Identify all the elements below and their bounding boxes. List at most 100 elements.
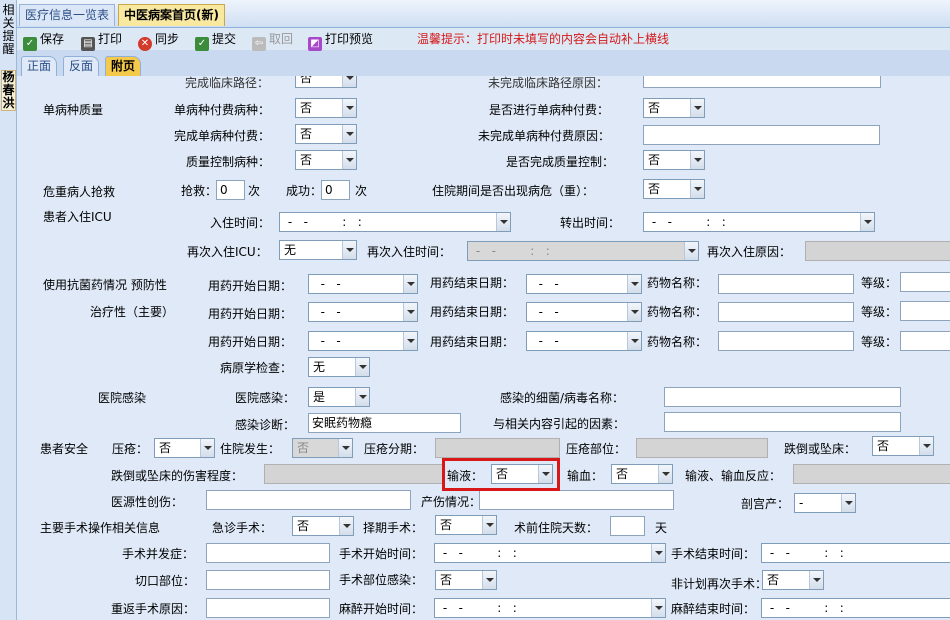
fall-select[interactable]: 否 xyxy=(872,436,934,456)
level-input-2[interactable] xyxy=(900,301,950,321)
birth-injury-label: 产伤情况： xyxy=(421,495,482,509)
tab-appendix[interactable]: 附页 xyxy=(105,56,142,76)
abx-start-date-2[interactable]: - - xyxy=(308,302,418,322)
chevron-down-icon xyxy=(482,516,496,534)
chevron-down-icon xyxy=(339,517,353,535)
icu-again-time-datetime[interactable]: - - : : xyxy=(467,241,699,261)
complication-input[interactable] xyxy=(206,543,330,563)
antibiotic-therapy-heading: 治疗性（主要） xyxy=(90,305,175,319)
qc-label: 质量控制病种： xyxy=(186,155,271,169)
icu-again-select[interactable]: 无 xyxy=(279,240,357,260)
document-tabbar: 医疗信息一览表 中医病案首页(新) xyxy=(17,0,950,28)
qc-select[interactable]: 否 xyxy=(295,150,357,170)
success-count-input[interactable]: 0 xyxy=(321,180,350,200)
qc-done-select[interactable]: 否 xyxy=(643,150,705,170)
cancel-button[interactable]: ⇦ 取回 xyxy=(252,30,293,51)
germ-name-input[interactable] xyxy=(664,387,901,407)
sore-site-input[interactable] xyxy=(636,438,768,458)
rescue-count-input[interactable]: 0 xyxy=(216,180,245,200)
unplanned-surgery-select[interactable]: 否 xyxy=(762,570,824,590)
print-button[interactable]: ▤ 打印 xyxy=(81,30,122,51)
icu-again-reason-input[interactable] xyxy=(805,241,950,261)
drug-name-label-2: 药物名称： xyxy=(647,305,708,319)
preop-days-label: 术前住院天数： xyxy=(514,521,599,535)
transfusion-select[interactable]: 否 xyxy=(611,464,673,484)
side-panel: 相关提醒 杨春洪 xyxy=(0,0,17,620)
infection-diagnosis-input[interactable]: 安眠药物瘾 xyxy=(308,413,461,433)
side-reminder-tab[interactable]: 相关提醒 xyxy=(1,4,16,56)
sync-icon: ✕ xyxy=(138,37,152,51)
undone-pay-reason-input[interactable] xyxy=(643,125,880,145)
drug-name-input-3[interactable] xyxy=(718,331,854,351)
submit-button[interactable]: ✓ 提交 xyxy=(195,30,236,51)
level-input-3[interactable] xyxy=(900,331,950,351)
preop-days-input[interactable] xyxy=(610,516,645,536)
anesthesia-start-datetime[interactable]: - - : : xyxy=(434,598,666,618)
surgery-end-datetime[interactable]: - - : : xyxy=(761,543,950,563)
sore-stage-label: 压疮分期： xyxy=(364,442,425,456)
anesthesia-end-datetime[interactable]: - - : : xyxy=(761,598,950,618)
iatrogenic-input[interactable] xyxy=(206,490,411,510)
rescue-unit: 次 xyxy=(248,184,261,198)
chevron-down-icon xyxy=(342,76,356,87)
related-factor-input[interactable] xyxy=(664,412,901,432)
sore-stage-input[interactable] xyxy=(435,438,560,458)
surgery-start-label: 手术开始时间： xyxy=(339,547,424,561)
abx-end-date-3[interactable]: - - xyxy=(526,331,642,351)
abx-start-label-2: 用药开始日期： xyxy=(208,307,293,321)
retrieve-icon: ⇦ xyxy=(252,37,266,51)
print-preview-button[interactable]: ◩ 打印预览 xyxy=(308,30,373,51)
sync-button[interactable]: ✕ 同步 xyxy=(138,30,179,51)
c-section-select[interactable]: - xyxy=(794,493,856,513)
pressure-sore-select[interactable]: 否 xyxy=(154,438,215,458)
abx-end-date-1[interactable]: - - xyxy=(526,274,642,294)
surgery-heading: 主要手术操作相关信息 xyxy=(40,521,161,535)
abx-end-date-2[interactable]: - - xyxy=(526,302,642,322)
chevron-down-icon xyxy=(627,303,641,321)
drug-name-input-1[interactable] xyxy=(718,274,854,294)
clinical-path-reason-input[interactable] xyxy=(643,76,881,88)
drug-name-label-1: 药物名称： xyxy=(647,276,708,290)
surgical-site-infection-select[interactable]: 否 xyxy=(435,570,497,590)
chevron-down-icon xyxy=(627,332,641,350)
abx-start-date-3[interactable]: - - xyxy=(308,331,418,351)
return-surgery-reason-input[interactable] xyxy=(206,598,330,618)
incision-input[interactable] xyxy=(206,570,330,590)
save-button[interactable]: ✓ 保存 xyxy=(23,30,64,51)
clinical-path-select[interactable]: 否 xyxy=(295,76,357,88)
drug-name-input-2[interactable] xyxy=(718,302,854,322)
done-pay-select[interactable]: 否 xyxy=(295,124,357,144)
c-section-label: 剖宫产： xyxy=(741,497,790,511)
surgery-start-datetime[interactable]: - - : : xyxy=(434,543,666,563)
transfusion-reaction-input[interactable] xyxy=(793,464,950,484)
hospital-infection-select[interactable]: 是 xyxy=(308,387,370,407)
elective-surgery-select[interactable]: 否 xyxy=(435,515,497,535)
preop-days-unit: 天 xyxy=(655,521,668,535)
critical-select[interactable]: 否 xyxy=(643,179,705,199)
tab-back[interactable]: 反面 xyxy=(63,56,100,76)
icu-in-datetime[interactable]: - - : : xyxy=(279,212,511,232)
submit-icon: ✓ xyxy=(195,37,209,51)
abx-start-date-1[interactable]: - - xyxy=(308,274,418,294)
is-single-pay-select[interactable]: 否 xyxy=(643,98,705,118)
level-input-1[interactable] xyxy=(900,272,950,292)
tab-medical-overview[interactable]: 医疗信息一览表 xyxy=(19,4,116,26)
chevron-down-icon xyxy=(342,151,356,169)
sore-site-label: 压疮部位： xyxy=(566,442,627,456)
pathogen-label: 病原学检查： xyxy=(220,361,293,375)
tab-tcm-record-home[interactable]: 中医病案首页(新) xyxy=(118,4,225,26)
icu-again-time-label: 再次入住时间： xyxy=(367,245,452,259)
single-pay-select[interactable]: 否 xyxy=(295,98,357,118)
sore-hospital-select[interactable]: 否 xyxy=(292,438,353,458)
fall-degree-input[interactable] xyxy=(264,464,445,484)
single-pay-label: 单病种付费病种： xyxy=(174,103,271,117)
side-patient-tab[interactable]: 杨春洪 xyxy=(1,70,16,111)
level-label-3: 等级： xyxy=(861,335,898,349)
printer-icon: ▤ xyxy=(81,37,95,51)
birth-injury-input[interactable] xyxy=(479,490,674,510)
icu-heading: 患者入住ICU xyxy=(43,210,112,224)
emergency-surgery-select[interactable]: 否 xyxy=(292,516,354,536)
icu-out-datetime[interactable]: - - : : xyxy=(643,212,875,232)
pathogen-select[interactable]: 无 xyxy=(308,357,370,377)
tab-front[interactable]: 正面 xyxy=(21,56,58,76)
